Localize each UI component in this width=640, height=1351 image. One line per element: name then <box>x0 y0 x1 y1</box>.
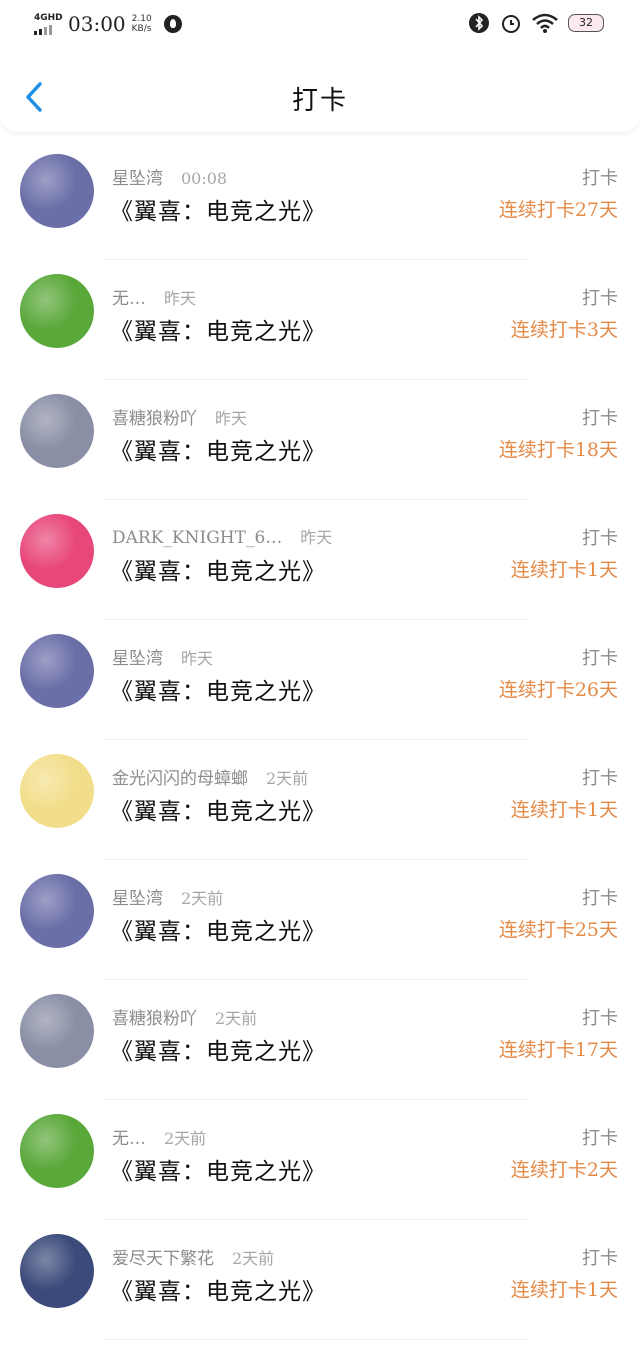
streak-count: 连续打卡1天 <box>510 559 618 581</box>
bluetooth-icon <box>469 13 489 33</box>
avatar[interactable] <box>20 394 94 468</box>
wifi-icon <box>532 13 558 33</box>
avatar[interactable] <box>20 994 94 1068</box>
checkin-list: 星坠湾 00:08 《翼喜：电竞之光》 打卡 连续打卡27天 无… 昨天 《翼喜：电… <box>0 140 640 1340</box>
post-time: 00:08 <box>181 169 228 188</box>
post-time: 昨天 <box>164 289 197 308</box>
work-title[interactable]: 《翼喜：电竞之光》 <box>110 792 326 826</box>
post-time: 2天前 <box>266 769 309 788</box>
list-item[interactable]: 无… 2天前 《翼喜：电竞之光》 打卡 连续打卡2天 <box>0 1100 640 1220</box>
post-time: 2天前 <box>164 1129 207 1148</box>
checkin-label: 打卡 <box>582 408 618 429</box>
streak-count: 连续打卡18天 <box>498 439 618 461</box>
user-name[interactable]: 无… <box>112 1129 146 1149</box>
network-speed: 2.10 KB/s <box>131 14 152 34</box>
network-type: 4GHD <box>34 13 63 23</box>
checkin-label: 打卡 <box>582 168 618 189</box>
post-time: 昨天 <box>300 528 333 547</box>
streak-count: 连续打卡27天 <box>498 199 618 221</box>
user-name[interactable]: 喜糖狼粉吖 <box>112 1009 197 1029</box>
avatar[interactable] <box>20 874 94 948</box>
checkin-label: 打卡 <box>582 528 618 549</box>
list-item[interactable]: 星坠湾 昨天 《翼喜：电竞之光》 打卡 连续打卡26天 <box>0 620 640 740</box>
streak-count: 连续打卡26天 <box>498 679 618 701</box>
avatar[interactable] <box>20 274 94 348</box>
app-notification-icon <box>163 15 182 33</box>
user-name[interactable]: 星坠湾 <box>112 649 163 669</box>
work-title[interactable]: 《翼喜：电竞之光》 <box>110 552 326 586</box>
user-name[interactable]: 爱尽天下繁花 <box>112 1249 214 1269</box>
alarm-icon <box>502 15 520 33</box>
list-item[interactable]: 星坠湾 2天前 《翼喜：电竞之光》 打卡 连续打卡25天 <box>0 860 640 980</box>
status-bar: 4GHD 03:00 2.10 KB/s 32 <box>0 0 640 50</box>
checkin-label: 打卡 <box>582 1248 618 1269</box>
avatar[interactable] <box>20 514 94 588</box>
user-name[interactable]: 喜糖狼粉吖 <box>112 409 197 429</box>
post-time: 昨天 <box>215 409 248 428</box>
signal-icon <box>34 25 62 35</box>
list-item[interactable]: 爱尽天下繁花 2天前 《翼喜：电竞之光》 打卡 连续打卡1天 <box>0 1220 640 1340</box>
work-title[interactable]: 《翼喜：电竞之光》 <box>110 192 326 226</box>
streak-count: 连续打卡2天 <box>510 1159 618 1181</box>
checkin-label: 打卡 <box>582 648 618 669</box>
avatar[interactable] <box>20 154 94 228</box>
checkin-label: 打卡 <box>582 1128 618 1149</box>
list-item[interactable]: 无… 昨天 《翼喜：电竞之光》 打卡 连续打卡3天 <box>0 260 640 380</box>
list-item[interactable]: 喜糖狼粉吖 2天前 《翼喜：电竞之光》 打卡 连续打卡17天 <box>0 980 640 1100</box>
checkin-label: 打卡 <box>582 1008 618 1029</box>
work-title[interactable]: 《翼喜：电竞之光》 <box>110 1272 326 1306</box>
post-time: 2天前 <box>215 1009 258 1028</box>
post-time: 昨天 <box>181 649 214 668</box>
battery-icon: 32 <box>568 14 604 32</box>
streak-count: 连续打卡1天 <box>510 799 618 821</box>
page-title: 打卡 <box>291 86 348 116</box>
avatar[interactable] <box>20 754 94 828</box>
user-name[interactable]: 星坠湾 <box>112 889 163 909</box>
checkin-label: 打卡 <box>582 768 618 789</box>
user-name[interactable]: DARK_KNIGHT_6… <box>112 528 282 548</box>
list-item[interactable]: 金光闪闪的母蟑螂 2天前 《翼喜：电竞之光》 打卡 连续打卡1天 <box>0 740 640 860</box>
list-item[interactable]: 喜糖狼粉吖 昨天 《翼喜：电竞之光》 打卡 连续打卡18天 <box>0 380 640 500</box>
post-time: 2天前 <box>181 889 224 908</box>
avatar[interactable] <box>20 1234 94 1308</box>
work-title[interactable]: 《翼喜：电竞之光》 <box>110 672 326 706</box>
work-title[interactable]: 《翼喜：电竞之光》 <box>110 312 326 346</box>
clock: 03:00 <box>68 12 126 36</box>
nav-bar: 打卡 <box>0 50 640 132</box>
post-time: 2天前 <box>232 1249 275 1268</box>
list-item[interactable]: 星坠湾 00:08 《翼喜：电竞之光》 打卡 连续打卡27天 <box>0 140 640 260</box>
streak-count: 连续打卡17天 <box>498 1039 618 1061</box>
avatar[interactable] <box>20 1114 94 1188</box>
work-title[interactable]: 《翼喜：电竞之光》 <box>110 1152 326 1186</box>
streak-count: 连续打卡1天 <box>510 1279 618 1301</box>
user-name[interactable]: 无… <box>112 289 146 309</box>
list-item[interactable]: DARK_KNIGHT_6… 昨天 《翼喜：电竞之光》 打卡 连续打卡1天 <box>0 500 640 620</box>
checkin-label: 打卡 <box>582 288 618 309</box>
user-name[interactable]: 星坠湾 <box>112 169 163 189</box>
work-title[interactable]: 《翼喜：电竞之光》 <box>110 432 326 466</box>
streak-count: 连续打卡3天 <box>510 319 618 341</box>
streak-count: 连续打卡25天 <box>498 919 618 941</box>
work-title[interactable]: 《翼喜：电竞之光》 <box>110 912 326 946</box>
divider <box>104 1339 528 1340</box>
work-title[interactable]: 《翼喜：电竞之光》 <box>110 1032 326 1066</box>
checkin-label: 打卡 <box>582 888 618 909</box>
user-name[interactable]: 金光闪闪的母蟑螂 <box>112 769 248 789</box>
avatar[interactable] <box>20 634 94 708</box>
